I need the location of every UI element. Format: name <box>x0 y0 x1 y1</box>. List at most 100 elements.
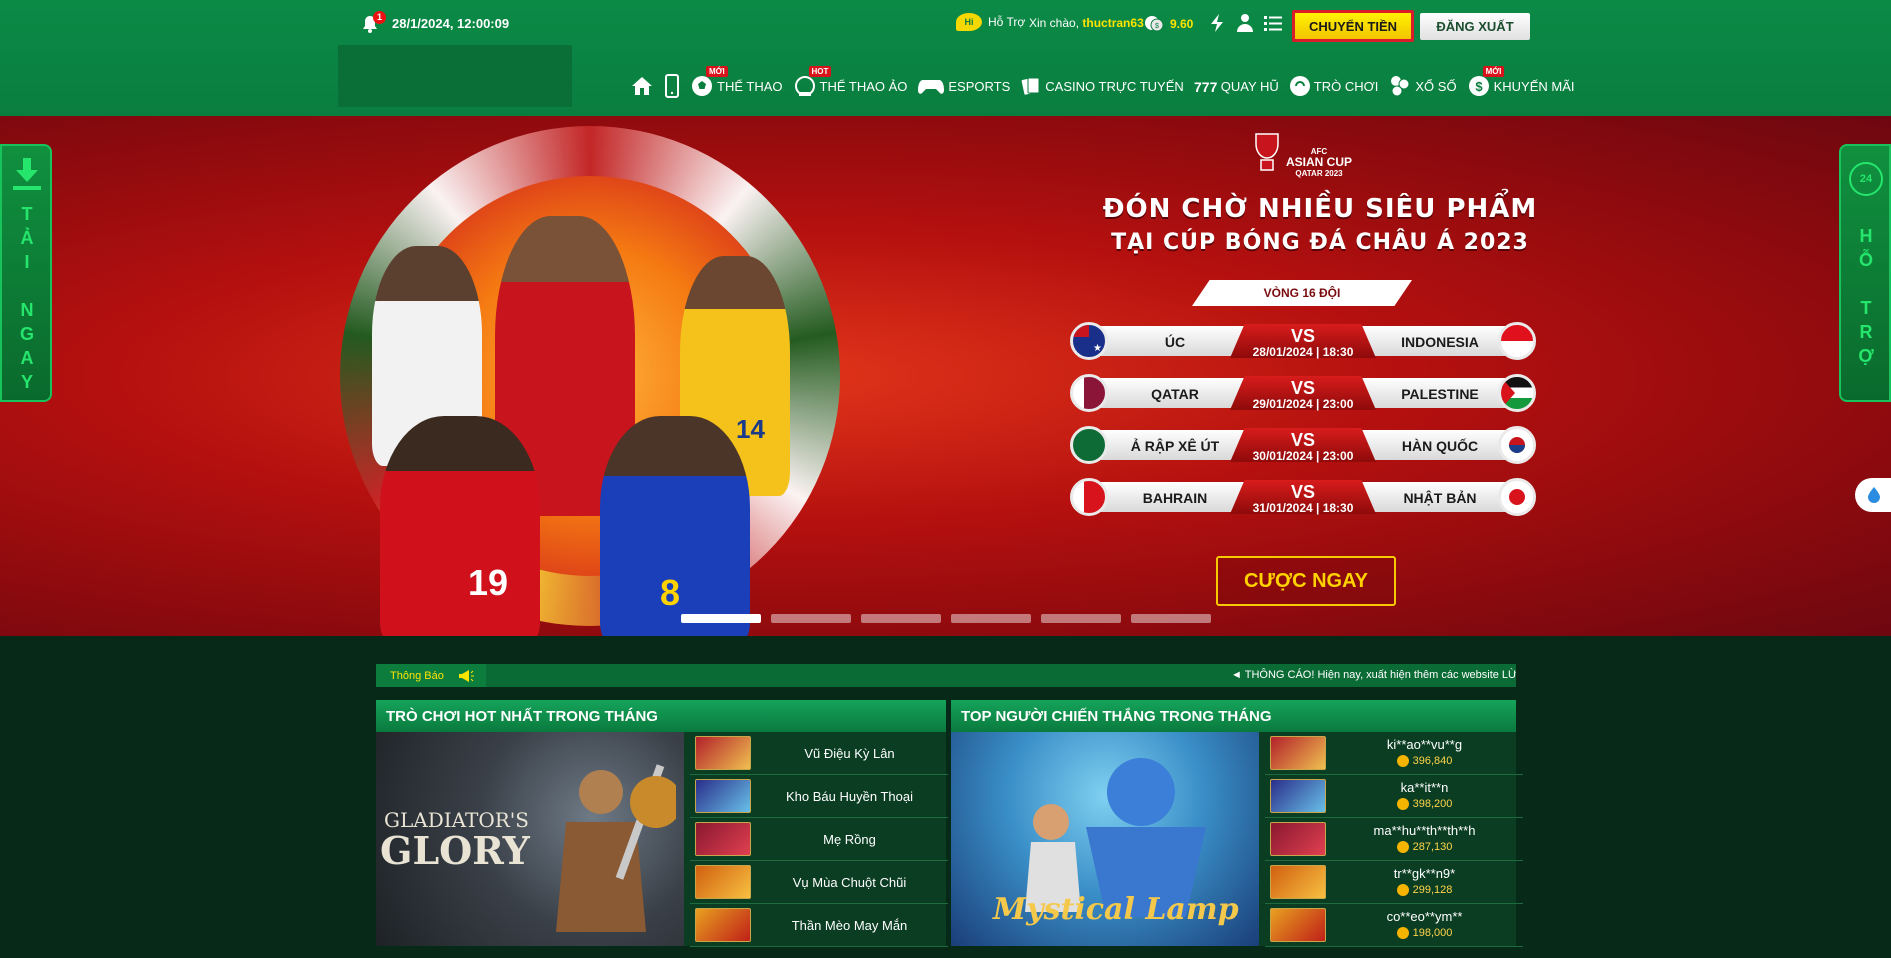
dollar-coin-icon: $ <box>1468 76 1489 96</box>
match-date: 30/01/2024 | 23:00 <box>1252 449 1354 463</box>
carousel-dot[interactable] <box>861 614 941 623</box>
featured-game-image[interactable]: GLADIATOR'S GLORY <box>376 732 684 946</box>
nav-virtual-sports[interactable]: HOT THỂ THAO ẢO <box>793 66 908 98</box>
away-team: HÀN QUỐC <box>1401 438 1479 454</box>
balance-value: 9.60 <box>1170 17 1194 31</box>
gladiator-figure-icon <box>556 764 676 932</box>
nav-slots-label: QUAY HŨ <box>1220 78 1279 94</box>
winner-info: co**eo**ym** 198,000 <box>1326 909 1523 941</box>
new-tag: MỚI <box>706 66 728 77</box>
home-icon <box>632 77 652 95</box>
promo-banner[interactable]: 19 8 14 AFC ASIAN CUP QATAR 2023 ĐÓN CHỜ… <box>0 116 1891 636</box>
nav-virtual-sports-label: THỂ THAO ẢO <box>819 78 908 94</box>
list-item[interactable]: ma**hu**th**th**h 287,130 <box>1265 818 1523 861</box>
notification-badge: 1 <box>373 11 386 24</box>
banner-title: ĐÓN CHỜ NHIỀU SIÊU PHẨM <box>1102 194 1538 224</box>
list-item[interactable]: tr**gk**n9* 299,128 <box>1265 861 1523 904</box>
announcement-text[interactable]: ◄ THÔNG CÁO! Hiện nay, xuất hiện thêm cá… <box>1231 669 1516 681</box>
jersey-number: 19 <box>468 562 509 603</box>
support-tab[interactable]: 24 HỖ TRỢ <box>1839 144 1891 402</box>
nav-home[interactable] <box>630 74 654 98</box>
winner-amount-value: 398,200 <box>1412 798 1453 810</box>
vs-label: VS <box>1290 326 1315 346</box>
carousel-dot[interactable] <box>681 614 761 623</box>
carousel-dot[interactable] <box>1131 614 1211 623</box>
game-thumbnail <box>695 779 751 813</box>
carousel-dot[interactable] <box>1041 614 1121 623</box>
event-logo-line: ASIAN CUP <box>1285 155 1352 169</box>
refresh-balance-icon[interactable] <box>1206 12 1228 34</box>
nav-sports[interactable]: MỚI THỂ THAO <box>690 66 783 98</box>
game-thumbnail <box>695 736 751 770</box>
match-row: VS 29/01/2024 | 23:00 QATAR PALESTINE <box>1070 374 1536 412</box>
match-date: 31/01/2024 | 18:30 <box>1252 501 1354 515</box>
featured-winner-game-image[interactable]: Mystical Lamp <box>951 732 1259 946</box>
slot-machine-icon: 777 <box>1194 79 1218 95</box>
list-item[interactable]: ki**ao**vu**g 396,840 <box>1265 732 1523 775</box>
australia-flag-icon: ★ <box>1070 322 1108 360</box>
palestine-flag-icon <box>1498 374 1536 412</box>
game-circle-icon <box>1289 76 1310 96</box>
nav-promotions[interactable]: MỚI $ KHUYẾN MÃI <box>1467 66 1574 98</box>
list-item[interactable]: Thần Mèo May Mắn <box>690 904 948 947</box>
game-thumbnail <box>695 908 751 942</box>
soccer-ball-icon <box>692 76 712 96</box>
indonesia-flag-icon <box>1498 322 1536 360</box>
site-logo[interactable] <box>338 45 572 107</box>
greeting: Xin chào, thuctran63 <box>1029 16 1144 30</box>
svg-text:★: ★ <box>1093 343 1102 354</box>
nav-lottery[interactable]: XỔ SỐ <box>1388 74 1457 98</box>
nav-esports-label: ESPORTS <box>948 78 1011 94</box>
bahrain-flag-icon <box>1070 478 1108 516</box>
hot-tag: HOT <box>808 66 832 77</box>
user-profile-icon[interactable] <box>1234 12 1256 34</box>
list-item[interactable]: Vụ Mùa Chuột Chũi <box>690 861 948 904</box>
top-header: 1 28/1/2024, 12:00:09 Hi Hỗ Trợ Xin chào… <box>0 0 1891 116</box>
top-winners-list: ki**ao**vu**g 396,840 ka**it**n 398,200 … <box>1265 732 1523 947</box>
download-now-tab[interactable]: TẢI NGAY <box>0 144 52 402</box>
nav-esports[interactable]: ESPORTS <box>917 75 1010 97</box>
winner-amount-value: 287,130 <box>1412 841 1453 853</box>
round-label: VÒNG 16 ĐỘI <box>1192 280 1412 306</box>
list-item[interactable]: Mẹ Rồng <box>690 818 948 861</box>
game-thumbnail <box>1270 908 1326 942</box>
floating-action-button[interactable] <box>1855 478 1891 512</box>
game-title: Vụ Mùa Chuột Chũi <box>792 874 907 890</box>
water-drop-icon <box>1868 487 1880 503</box>
game-thumbnail <box>695 865 751 899</box>
match-date: 28/01/2024 | 18:30 <box>1252 345 1354 359</box>
support-label-vertical: HỖ TRỢ <box>1856 226 1876 370</box>
logout-button[interactable]: ĐĂNG XUẤT <box>1420 13 1530 40</box>
carousel-dot[interactable] <box>951 614 1031 623</box>
download-now-label: TẢI NGAY <box>17 204 37 396</box>
coin-icon <box>1396 927 1409 939</box>
game-title: Thần Mèo May Mắn <box>791 917 908 933</box>
list-item[interactable]: ka**it**n 398,200 <box>1265 775 1523 818</box>
winner-amount: 299,128 <box>1326 882 1523 898</box>
away-team: NHẬT BẢN <box>1403 490 1477 506</box>
bet-now-button[interactable]: CƯỢC NGAY <box>1216 556 1396 606</box>
japan-flag-icon <box>1498 478 1536 516</box>
top-winners-header: TOP NGƯỜI CHIẾN THẮNG TRONG THÁNG <box>951 700 1516 732</box>
carousel-dot[interactable] <box>771 614 851 623</box>
menu-list-icon[interactable] <box>1262 12 1284 34</box>
announcement-bar: Thông Báo ◄ THÔNG CÁO! Hiện nay, xuất hi… <box>376 664 1516 687</box>
list-item[interactable]: co**eo**ym** 198,000 <box>1265 904 1523 947</box>
list-item[interactable]: Kho Báu Huyền Thoại <box>690 775 948 818</box>
svg-text:777: 777 <box>1194 79 1218 95</box>
winner-amount-value: 299,128 <box>1412 884 1453 896</box>
list-item[interactable]: Vũ Điệu Kỳ Lân <box>690 732 948 775</box>
winner-info: ka**it**n 398,200 <box>1326 780 1523 812</box>
announcement-label: Thông Báo <box>390 669 444 682</box>
winner-name: ma**hu**th**th**h <box>1373 823 1476 838</box>
support-link[interactable]: Hi Hỗ Trợ <box>956 13 1025 31</box>
nav-casino[interactable]: CASINO TRỰC TUYẾN <box>1020 75 1184 97</box>
game-thumbnail <box>1270 865 1326 899</box>
nav-games[interactable]: TRÒ CHƠI <box>1289 75 1378 97</box>
nav-slots[interactable]: 777 QUAY HŨ <box>1194 75 1279 97</box>
nav-mobile[interactable] <box>664 74 680 98</box>
megaphone-icon <box>458 669 474 682</box>
transfer-money-button[interactable]: CHUYỂN TIỀN <box>1292 10 1414 42</box>
game-title: Mẹ Rồng <box>823 831 876 847</box>
nav-sports-label: THỂ THAO <box>717 78 783 94</box>
